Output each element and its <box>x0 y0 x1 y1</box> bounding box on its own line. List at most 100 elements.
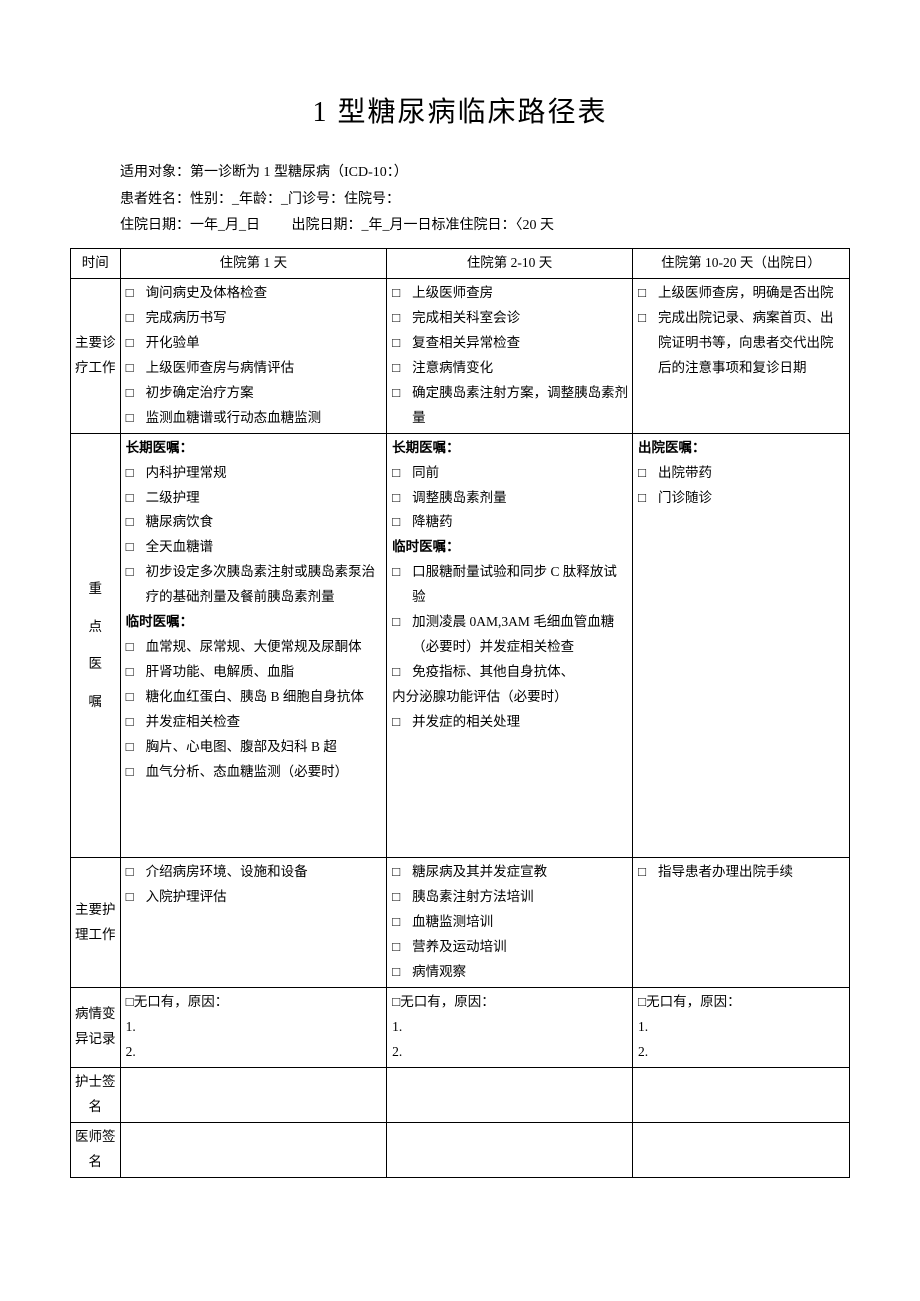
cell-variance-day1: □无口有，原因： 1. 2. <box>120 987 387 1067</box>
row-orders: 重 点 医 嘱 长期医嘱： 内科护理常规 二级护理 糖尿病饮食 全天血糖谱 初步… <box>71 433 850 858</box>
hdr-time: 时间 <box>71 248 121 278</box>
variance-text[interactable]: 无口有，原因： <box>134 994 229 1009</box>
hdr-day10-20: 住院第 10-20 天（出院日） <box>633 248 850 278</box>
checkbox-item[interactable]: 门诊随诊 <box>636 486 846 511</box>
intro-line-1: 适用对象：第一诊断为 1 型糖尿病（ICD-10：） <box>120 160 850 187</box>
checkbox-item[interactable]: 监测血糖谱或行动态血糖监测 <box>124 406 384 431</box>
doctor-sign-1[interactable] <box>120 1122 387 1177</box>
subhead-discharge: 出院医嘱： <box>636 436 846 461</box>
hdr-day1: 住院第 1 天 <box>120 248 387 278</box>
checkbox-item[interactable]: 糖化血红蛋白、胰岛 B 细胞自身抗体 <box>124 685 384 710</box>
checkbox-item[interactable]: 并发症相关检查 <box>124 710 384 735</box>
subhead-longterm2: 长期医嘱： <box>390 436 629 461</box>
checkbox-item[interactable]: 免疫指标、其他自身抗体、 <box>390 660 629 685</box>
cell-nursing-day1: 介绍病房环境、设施和设备 入院护理评估 <box>120 858 387 988</box>
nurse-sign-2[interactable] <box>387 1067 633 1122</box>
checkbox-item[interactable]: 初步设定多次胰岛素注射或胰岛素泵治疗的基础剂量及餐前胰岛素剂量 <box>124 560 384 610</box>
row-doctor-sign: 医师签名 <box>71 1122 850 1177</box>
cell-main-day2: 上级医师查房 完成相关科室会诊 复查相关异常检查 注意病情变化 确定胰岛素注射方… <box>387 278 633 433</box>
checkbox-item[interactable]: 确定胰岛素注射方案，调整胰岛素剂量 <box>390 381 629 431</box>
admit-date: 住院日期：一年_月_日 <box>120 218 260 233</box>
subhead-temp: 临时医嘱： <box>124 610 384 635</box>
checkbox-item[interactable]: 调整胰岛素剂量 <box>390 486 629 511</box>
variance-line2[interactable]: 2. <box>124 1040 384 1065</box>
checkbox-item[interactable]: 胸片、心电图、腹部及妇科 B 超 <box>124 735 384 760</box>
intro-line-3: 住院日期：一年_月_日 出院日期：_年_月一日标准住院日：〈20 天 <box>120 213 850 240</box>
variance-line2[interactable]: 2. <box>636 1040 846 1065</box>
subhead-temp2: 临时医嘱： <box>390 535 629 560</box>
cell-variance-day2: □无口有，原因： 1. 2. <box>387 987 633 1067</box>
checkbox-item[interactable]: 完成出院记录、病案首页、出院证明书等，向患者交代出院后的注意事项和复诊日期 <box>636 306 846 381</box>
label-orders: 重 点 医 嘱 <box>71 433 121 858</box>
checkbox-item[interactable]: 加测凌晨 0AM,3AM 毛细血管血糖（必要时）并发症相关检查 <box>390 610 629 660</box>
checkbox-item[interactable]: 并发症的相关处理 <box>390 710 629 735</box>
checkbox-item[interactable]: 糖尿病饮食 <box>124 510 384 535</box>
checkbox-item[interactable]: 复查相关异常检查 <box>390 331 629 356</box>
row-nursing: 主要护理工作 介绍病房环境、设施和设备 入院护理评估 糖尿病及其并发症宣教 胰岛… <box>71 858 850 988</box>
checkbox-item[interactable]: 指导患者办理出院手续 <box>636 860 846 885</box>
doctor-sign-3[interactable] <box>633 1122 850 1177</box>
checkbox-item[interactable]: 完成相关科室会诊 <box>390 306 629 331</box>
checkbox-item[interactable]: 入院护理评估 <box>124 885 384 910</box>
cell-orders-day3: 出院医嘱： 出院带药 门诊随诊 <box>633 433 850 858</box>
row-nurse-sign: 护士签名 <box>71 1067 850 1122</box>
checkbox-item[interactable]: 病情观察 <box>390 960 629 985</box>
checkbox-item[interactable]: 上级医师查房与病情评估 <box>124 356 384 381</box>
variance-text[interactable]: 无口有，原因： <box>400 994 495 1009</box>
checkbox-item[interactable]: 上级医师查房，明确是否出院 <box>636 281 846 306</box>
table-header-row: 时间 住院第 1 天 住院第 2-10 天 住院第 10-20 天（出院日） <box>71 248 850 278</box>
variance-line1[interactable]: 1. <box>390 1015 629 1040</box>
checkbox-item[interactable]: 介绍病房环境、设施和设备 <box>124 860 384 885</box>
checkbox-item[interactable]: 糖尿病及其并发症宣教 <box>390 860 629 885</box>
checkbox-item[interactable]: 询问病史及体格检查 <box>124 281 384 306</box>
label-variance: 病情变异记录 <box>71 987 121 1067</box>
checkbox-item[interactable]: 二级护理 <box>124 486 384 511</box>
doctor-sign-2[interactable] <box>387 1122 633 1177</box>
checkbox-item[interactable]: 全天血糖谱 <box>124 535 384 560</box>
checkbox-item[interactable]: 上级医师查房 <box>390 281 629 306</box>
variance-text[interactable]: 无口有，原因： <box>646 994 741 1009</box>
checkbox-item[interactable]: 血气分析、态血糖监测（必要时） <box>124 760 384 785</box>
checkbox-item[interactable]: 肝肾功能、电解质、血脂 <box>124 660 384 685</box>
cell-main-day3: 上级医师查房，明确是否出院 完成出院记录、病案首页、出院证明书等，向患者交代出院… <box>633 278 850 433</box>
intro-block: 适用对象：第一诊断为 1 型糖尿病（ICD-10：） 患者姓名：性别：_年龄：_… <box>120 160 850 240</box>
label-nurse-sign: 护士签名 <box>71 1067 121 1122</box>
hdr-day2-10: 住院第 2-10 天 <box>387 248 633 278</box>
plain-text: 内分泌腺功能评估（必要时） <box>390 685 629 710</box>
checkbox-item[interactable]: 血糖监测培训 <box>390 910 629 935</box>
page-root: 1 型糖尿病临床路径表 适用对象：第一诊断为 1 型糖尿病（ICD-10：） 患… <box>0 0 920 1218</box>
checkbox-item[interactable]: 口服糖耐量试验和同步 C 肽释放试验 <box>390 560 629 610</box>
label-nursing: 主要护理工作 <box>71 858 121 988</box>
checkbox-item[interactable]: 出院带药 <box>636 461 846 486</box>
nurse-sign-3[interactable] <box>633 1067 850 1122</box>
checkbox-item[interactable]: 开化验单 <box>124 331 384 356</box>
checkbox-item[interactable]: 同前 <box>390 461 629 486</box>
cell-main-day1: 询问病史及体格检查 完成病历书写 开化验单 上级医师查房与病情评估 初步确定治疗… <box>120 278 387 433</box>
variance-line1[interactable]: 1. <box>636 1015 846 1040</box>
nurse-sign-1[interactable] <box>120 1067 387 1122</box>
label-doctor-sign: 医师签名 <box>71 1122 121 1177</box>
cell-orders-day2: 长期医嘱： 同前 调整胰岛素剂量 降糖药 临时医嘱： 口服糖耐量试验和同步 C … <box>387 433 633 858</box>
variance-line1[interactable]: 1. <box>124 1015 384 1040</box>
cell-nursing-day2: 糖尿病及其并发症宣教 胰岛素注射方法培训 血糖监测培训 营养及运动培训 病情观察 <box>387 858 633 988</box>
pathway-table: 时间 住院第 1 天 住院第 2-10 天 住院第 10-20 天（出院日） 主… <box>70 248 850 1178</box>
cell-variance-day3: □无口有，原因： 1. 2. <box>633 987 850 1067</box>
checkbox-item[interactable]: 内科护理常规 <box>124 461 384 486</box>
checkbox-item[interactable]: 初步确定治疗方案 <box>124 381 384 406</box>
row-variance: 病情变异记录 □无口有，原因： 1. 2. □无口有，原因： 1. 2. □无口… <box>71 987 850 1067</box>
checkbox-item[interactable]: 胰岛素注射方法培训 <box>390 885 629 910</box>
checkbox-item[interactable]: 完成病历书写 <box>124 306 384 331</box>
checkbox-item[interactable]: 营养及运动培训 <box>390 935 629 960</box>
intro-line-2: 患者姓名：性别：_年龄：_门诊号：住院号： <box>120 187 850 214</box>
discharge-date: 出院日期：_年_月一日标准住院日：〈20 天 <box>292 218 555 233</box>
page-title: 1 型糖尿病临床路径表 <box>70 90 850 130</box>
checkbox-item[interactable]: 注意病情变化 <box>390 356 629 381</box>
checkbox-item[interactable]: 降糖药 <box>390 510 629 535</box>
label-main-work-text: 主要诊疗工作 <box>75 335 116 375</box>
row-main-work: 主要诊疗工作 询问病史及体格检查 完成病历书写 开化验单 上级医师查房与病情评估… <box>71 278 850 433</box>
checkbox-item[interactable]: 血常规、尿常规、大便常规及尿酮体 <box>124 635 384 660</box>
subhead-longterm: 长期医嘱： <box>124 436 384 461</box>
label-main-work: 主要诊疗工作 <box>71 278 121 433</box>
cell-orders-day1: 长期医嘱： 内科护理常规 二级护理 糖尿病饮食 全天血糖谱 初步设定多次胰岛素注… <box>120 433 387 858</box>
variance-line2[interactable]: 2. <box>390 1040 629 1065</box>
